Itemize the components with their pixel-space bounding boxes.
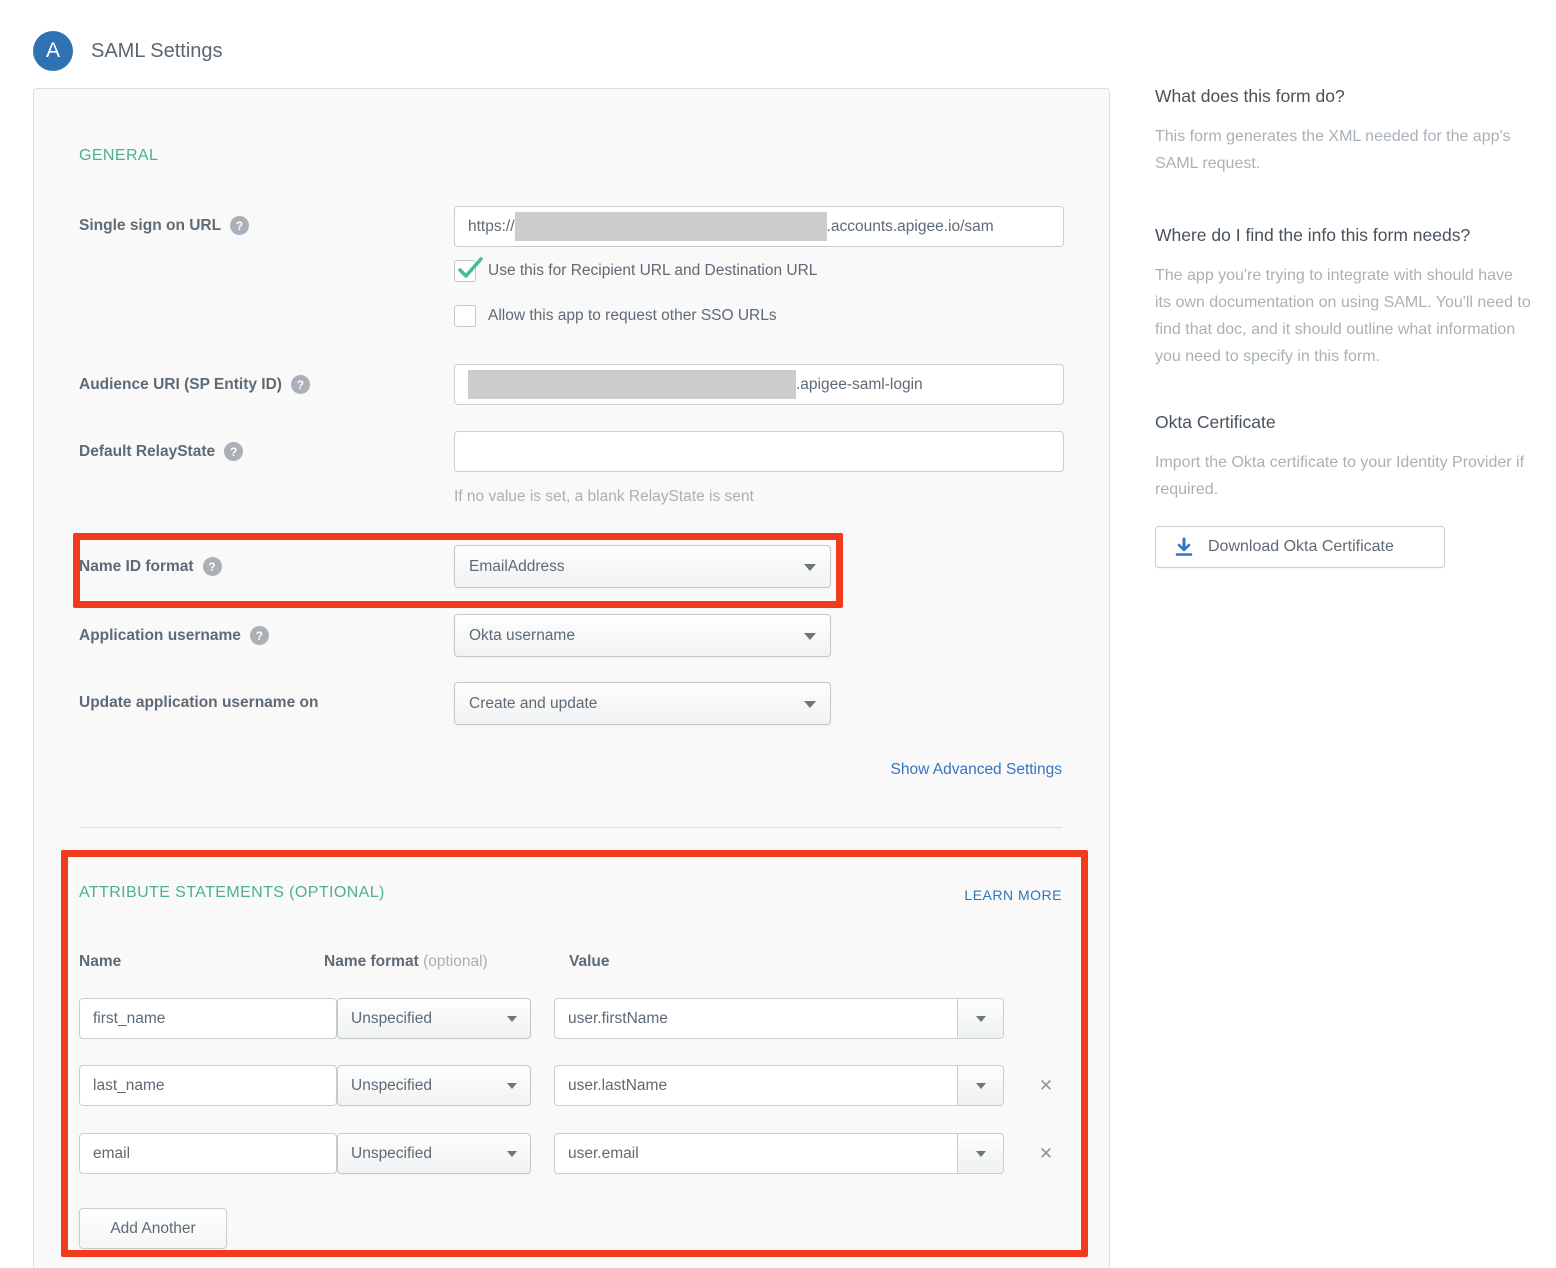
app-username-label: Application username: [79, 626, 269, 645]
audience-uri-label: Audience URI (SP Entity ID): [79, 375, 310, 394]
recipient-url-checkbox-row: Use this for Recipient URL and Destinati…: [454, 260, 817, 282]
column-header-format-text: Name format: [324, 953, 419, 970]
column-header-name: Name: [79, 953, 121, 971]
name-id-format-label: Name ID format: [79, 557, 222, 576]
app-username-value: Okta username: [469, 627, 575, 645]
audience-uri-suffix: .apigee-saml-login: [796, 376, 923, 394]
attr-format-value: Unspecified: [351, 1145, 432, 1163]
name-id-format-dropdown[interactable]: EmailAddress: [454, 545, 831, 588]
other-sso-checkbox[interactable]: [454, 305, 476, 327]
app-username-label-text: Application username: [79, 627, 241, 645]
column-header-format: Name format (optional): [324, 953, 488, 971]
attr-format-dropdown[interactable]: Unspecified: [337, 1065, 531, 1106]
sso-url-label-text: Single sign on URL: [79, 217, 221, 235]
attr-value-text: user.email: [555, 1145, 957, 1163]
sidebar-what-body: This form generates the XML needed for t…: [1155, 123, 1531, 177]
download-button-label: Download Okta Certificate: [1208, 538, 1394, 556]
saml-settings-page: A SAML Settings GENERAL Single sign on U…: [0, 0, 1556, 1268]
attr-name-value: email: [93, 1145, 130, 1163]
attr-name-input[interactable]: last_name: [79, 1065, 337, 1106]
relay-state-hint: If no value is set, a blank RelayState i…: [454, 488, 754, 506]
other-sso-checkbox-label: Allow this app to request other SSO URLs: [488, 307, 777, 325]
chevron-down-icon[interactable]: [957, 1066, 1003, 1105]
relay-state-label-text: Default RelayState: [79, 443, 215, 461]
remove-row-icon[interactable]: ✕: [1028, 1139, 1064, 1169]
add-another-button[interactable]: Add Another: [79, 1208, 227, 1249]
update-username-label-text: Update application username on: [79, 694, 318, 712]
help-icon[interactable]: [203, 557, 222, 576]
attr-format-value: Unspecified: [351, 1077, 432, 1095]
attr-value-combo[interactable]: user.lastName: [554, 1065, 1004, 1106]
attr-name-value: last_name: [93, 1077, 165, 1095]
relay-state-input[interactable]: [454, 431, 1064, 472]
attr-format-value: Unspecified: [351, 1010, 432, 1028]
attr-value-combo[interactable]: user.email: [554, 1133, 1004, 1174]
sidebar-where-body: The app you're trying to integrate with …: [1155, 262, 1531, 370]
update-username-dropdown[interactable]: Create and update: [454, 682, 831, 725]
update-username-label: Update application username on: [79, 694, 318, 712]
chevron-down-icon[interactable]: [957, 1134, 1003, 1173]
redacted-text: [515, 212, 827, 241]
section-divider: [79, 827, 1062, 828]
help-sidebar: What does this form do? This form genera…: [1155, 86, 1531, 568]
attr-name-input[interactable]: email: [79, 1133, 337, 1174]
attr-name-value: first_name: [93, 1010, 165, 1028]
step-header: A SAML Settings: [33, 31, 223, 71]
app-username-dropdown[interactable]: Okta username: [454, 614, 831, 657]
recipient-url-checkbox-label: Use this for Recipient URL and Destinati…: [488, 262, 817, 280]
sidebar-certificate-title: Okta Certificate: [1155, 412, 1531, 433]
sso-url-label: Single sign on URL: [79, 216, 249, 235]
name-id-format-value: EmailAddress: [469, 558, 565, 576]
help-icon[interactable]: [291, 375, 310, 394]
learn-more-link[interactable]: LEARN MORE: [964, 887, 1062, 903]
show-advanced-settings-link[interactable]: Show Advanced Settings: [891, 761, 1062, 779]
help-icon[interactable]: [224, 442, 243, 461]
sidebar-where-title: Where do I find the info this form needs…: [1155, 225, 1531, 246]
page-title: SAML Settings: [91, 40, 223, 63]
help-icon[interactable]: [250, 626, 269, 645]
redacted-text: [468, 370, 796, 399]
sso-url-suffix: .accounts.apigee.io/sam: [827, 218, 994, 236]
attribute-statements-heading: ATTRIBUTE STATEMENTS (OPTIONAL): [79, 884, 385, 902]
audience-uri-label-text: Audience URI (SP Entity ID): [79, 376, 282, 394]
name-id-format-label-text: Name ID format: [79, 558, 194, 576]
sso-url-input[interactable]: https:// .accounts.apigee.io/sam: [454, 206, 1064, 247]
attr-format-dropdown[interactable]: Unspecified: [337, 1133, 531, 1174]
step-a-badge: A: [33, 31, 73, 71]
update-username-value: Create and update: [469, 695, 597, 713]
attr-format-dropdown[interactable]: Unspecified: [337, 998, 531, 1039]
chevron-down-icon[interactable]: [957, 999, 1003, 1038]
attr-name-input[interactable]: first_name: [79, 998, 337, 1039]
remove-row-icon[interactable]: ✕: [1028, 1071, 1064, 1101]
checkmark-icon: [457, 257, 483, 283]
recipient-url-checkbox[interactable]: [454, 260, 476, 282]
attr-value-text: user.firstName: [555, 1010, 957, 1028]
column-header-format-optional: (optional): [423, 953, 488, 970]
attr-value-combo[interactable]: user.firstName: [554, 998, 1004, 1039]
download-icon: [1174, 537, 1194, 557]
sidebar-what-title: What does this form do?: [1155, 86, 1531, 107]
relay-state-label: Default RelayState: [79, 442, 243, 461]
saml-settings-panel: GENERAL Single sign on URL https:// .acc…: [33, 88, 1110, 1268]
general-section-heading: GENERAL: [79, 147, 158, 165]
audience-uri-input[interactable]: .apigee-saml-login: [454, 364, 1064, 405]
download-okta-certificate-button[interactable]: Download Okta Certificate: [1155, 526, 1445, 568]
column-header-value: Value: [569, 953, 610, 971]
attr-value-text: user.lastName: [555, 1077, 957, 1095]
other-sso-checkbox-row: Allow this app to request other SSO URLs: [454, 305, 777, 327]
sidebar-certificate-body: Import the Okta certificate to your Iden…: [1155, 449, 1531, 503]
red-highlight-attribute-statements: [61, 850, 1088, 1257]
sso-url-prefix: https://: [468, 218, 515, 236]
help-icon[interactable]: [230, 216, 249, 235]
